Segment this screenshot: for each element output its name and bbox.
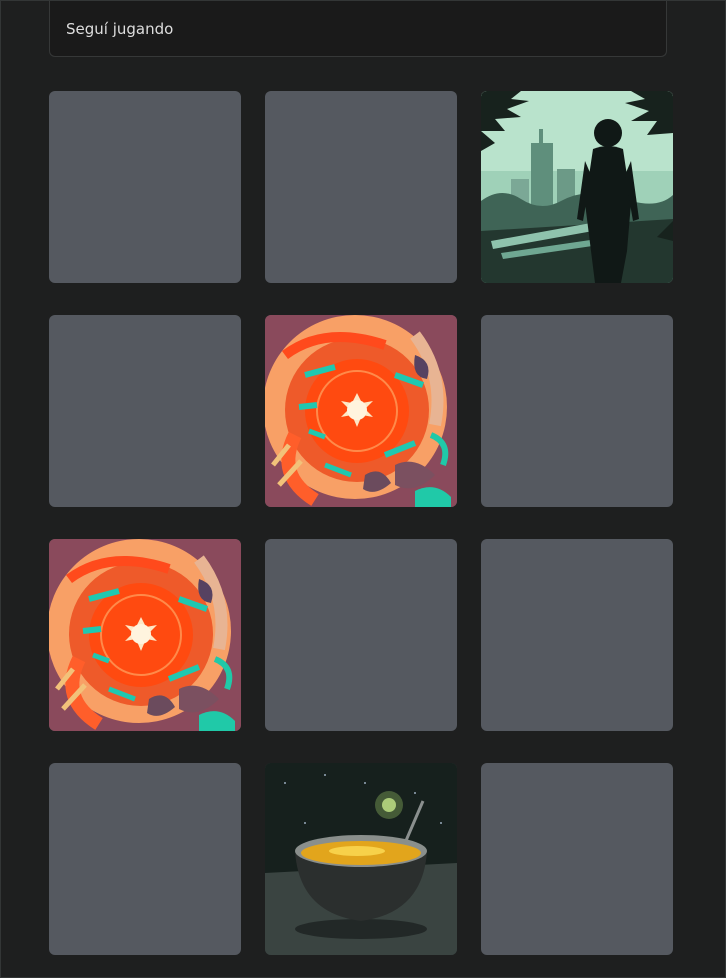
card-hidden[interactable] bbox=[481, 539, 673, 731]
silhouette-city-forest-image bbox=[481, 91, 673, 283]
game-status-banner: Seguí jugando bbox=[49, 1, 667, 57]
card-hidden[interactable] bbox=[49, 315, 241, 507]
card-revealed-orange-abstract-burst[interactable] bbox=[265, 315, 457, 507]
card-hidden[interactable] bbox=[481, 315, 673, 507]
card-revealed-orange-abstract-burst[interactable] bbox=[49, 539, 241, 731]
card-revealed-soup-bowl-space[interactable] bbox=[265, 763, 457, 955]
orange-abstract-burst-image bbox=[49, 539, 241, 731]
card-hidden[interactable] bbox=[481, 763, 673, 955]
soup-bowl-space-image bbox=[265, 763, 457, 955]
card-hidden[interactable] bbox=[265, 539, 457, 731]
card-hidden[interactable] bbox=[49, 91, 241, 283]
orange-abstract-burst-image bbox=[265, 315, 457, 507]
card-hidden[interactable] bbox=[265, 91, 457, 283]
card-hidden[interactable] bbox=[49, 763, 241, 955]
card-revealed-silhouette-city-forest[interactable] bbox=[481, 91, 673, 283]
